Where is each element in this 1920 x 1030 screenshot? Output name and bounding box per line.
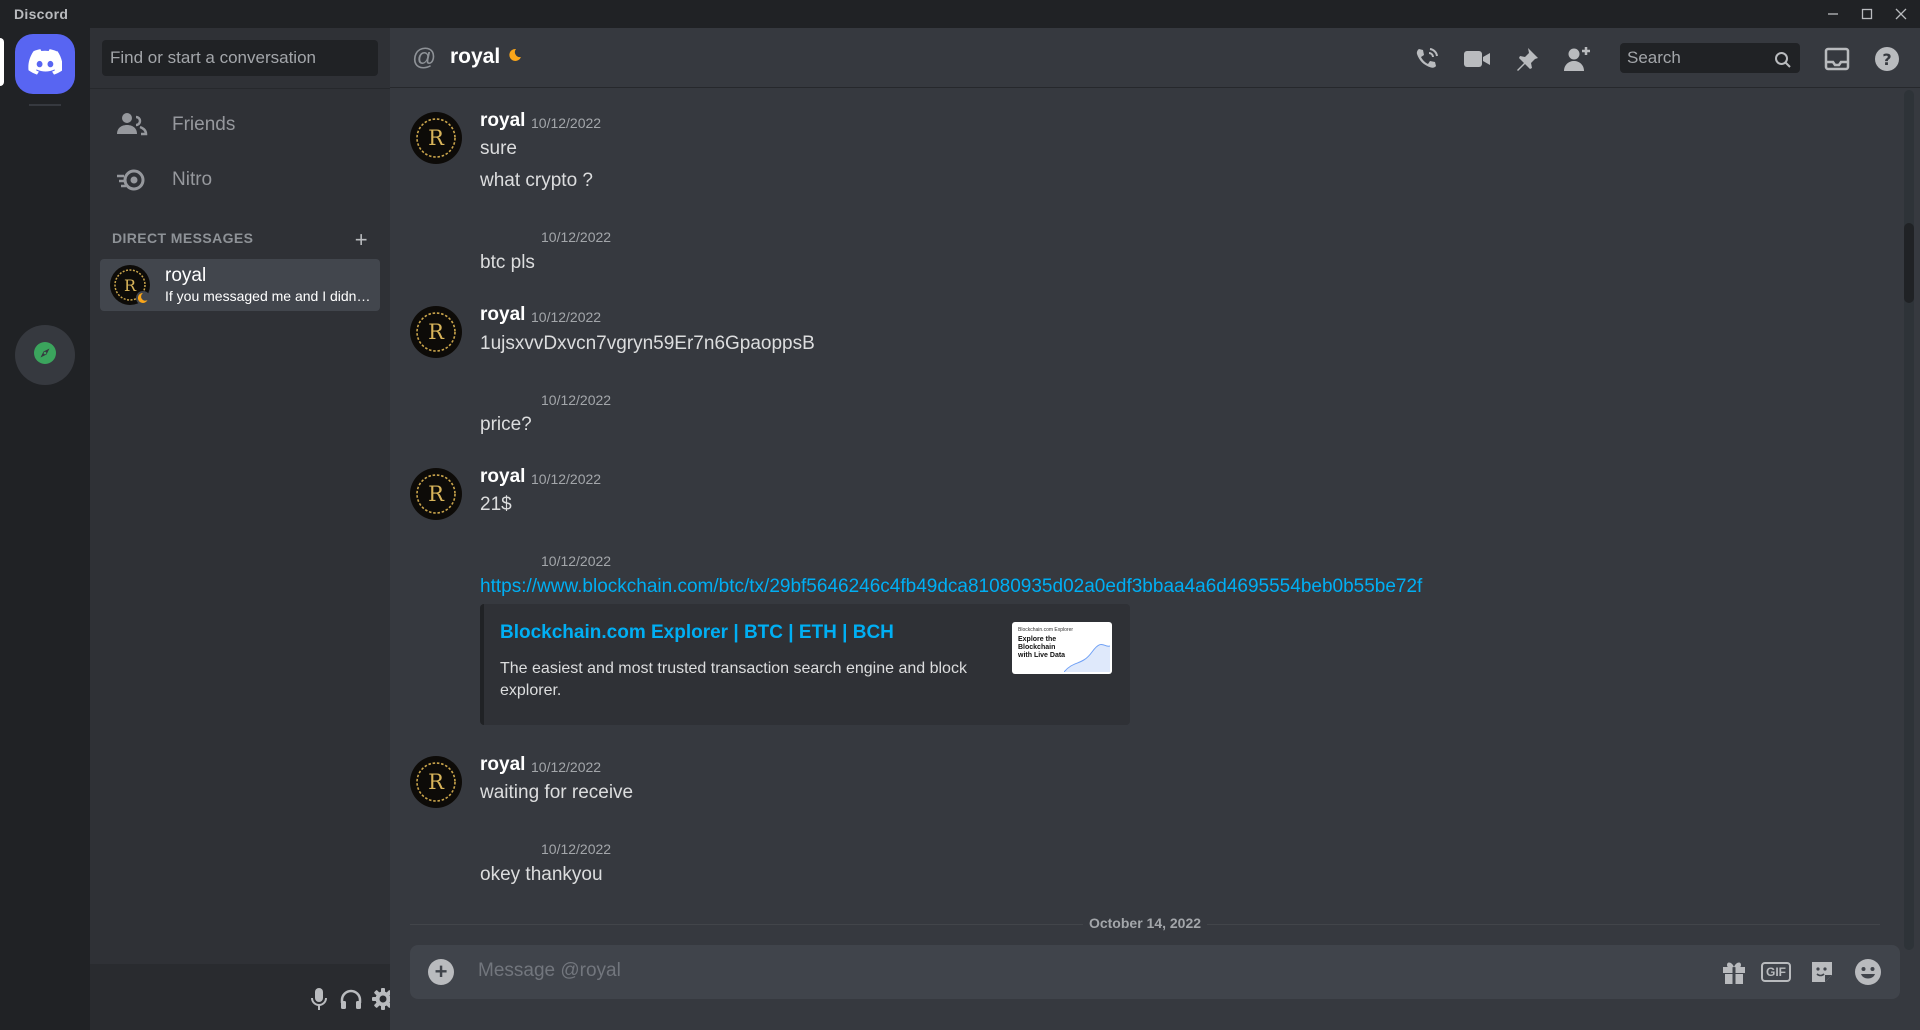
thumbnail-graphic <box>1064 643 1110 672</box>
friends-icon <box>114 110 150 140</box>
link-embed: Blockchain.com Explorer | BTC | ETH | BC… <box>480 604 1130 725</box>
message-text: what crypto ? <box>480 170 593 191</box>
emoji-icon[interactable] <box>1852 957 1884 987</box>
message-timestamp: 10/12/2022 <box>531 471 602 487</box>
svg-text:R: R <box>428 126 445 150</box>
title-bar: Discord <box>0 0 1920 28</box>
explore-servers-button[interactable] <box>15 325 75 385</box>
create-dm-button[interactable]: + <box>355 227 368 253</box>
message-text: 21$ <box>480 494 512 515</box>
server-rail <box>0 28 90 1030</box>
message-text: price? <box>480 414 532 435</box>
gif-label: GIF <box>1761 962 1791 982</box>
date-divider: October 14, 2022 <box>390 915 1900 933</box>
search-icon <box>1774 49 1792 79</box>
message-timestamp: 10/12/2022 <box>541 392 612 408</box>
inbox-icon[interactable] <box>1822 44 1852 74</box>
svg-text:?: ? <box>1882 50 1891 69</box>
add-attachment-icon[interactable]: + <box>428 959 454 985</box>
dm-header-label: DIRECT MESSAGES <box>112 230 254 246</box>
chat-area: @ royal Search ? R royal 10/12/2022 sure… <box>390 28 1920 1030</box>
chat-scrollbar[interactable] <box>1904 90 1914 950</box>
find-conversation-input[interactable]: Find or start a conversation <box>102 40 378 76</box>
search-input[interactable]: Search <box>1620 43 1800 73</box>
search-placeholder: Search <box>1627 48 1681 67</box>
dm-section-header: DIRECT MESSAGES + <box>112 227 368 253</box>
video-icon[interactable] <box>1462 44 1492 74</box>
svg-text:R: R <box>428 320 445 344</box>
message-text: waiting for receive <box>480 782 634 803</box>
channel-name: royal <box>450 45 501 68</box>
help-icon[interactable]: ? <box>1872 44 1902 74</box>
message-text: 1ujsxvvDxvcn7vgryn59Er7n6GpaoppsB <box>480 333 815 354</box>
message-text: sure <box>480 138 517 159</box>
embed-description: The easiest and most trusted transaction… <box>500 660 967 699</box>
home-indicator <box>0 38 4 86</box>
sticker-icon[interactable] <box>1806 957 1838 987</box>
minimize-button[interactable] <box>1816 0 1850 28</box>
message-composer[interactable]: + Message @royal GIF <box>410 945 1900 999</box>
avatar[interactable]: R <box>410 468 462 520</box>
idle-status-icon <box>508 48 522 62</box>
message-timestamp: 10/12/2022 <box>541 841 612 857</box>
svg-text:R: R <box>428 482 445 506</box>
home-button[interactable] <box>15 34 75 94</box>
at-icon: @ <box>412 44 437 71</box>
message-timestamp: 10/12/2022 <box>531 115 602 131</box>
avatar[interactable]: R <box>410 306 462 358</box>
nitro-icon <box>114 165 150 195</box>
discord-logo-icon <box>28 48 63 80</box>
thumbnail-headline: Explore the Blockchain with Live Data <box>1018 636 1066 659</box>
embed-thumbnail[interactable]: Blockchain.com Explorer Explore the Bloc… <box>1012 622 1112 674</box>
gift-icon[interactable] <box>1718 957 1750 987</box>
gif-icon[interactable]: GIF <box>1758 957 1794 987</box>
dm-sidebar: Find or start a conversation Friends Nit… <box>90 28 394 1030</box>
date-divider-label: October 14, 2022 <box>1082 915 1208 931</box>
sidebar-item-label: Nitro <box>172 169 213 190</box>
message-link[interactable]: https://www.blockchain.com/btc/tx/29bf56… <box>480 576 1422 598</box>
embed-title[interactable]: Blockchain.com Explorer | BTC | ETH | BC… <box>500 622 894 644</box>
avatar: R <box>110 265 150 305</box>
microphone-icon[interactable] <box>304 984 334 1014</box>
chat-header: @ royal Search ? <box>390 28 1920 88</box>
message-author[interactable]: royal <box>480 110 525 132</box>
headphones-icon[interactable] <box>336 984 366 1014</box>
message-timestamp: 10/12/2022 <box>541 229 612 245</box>
app-title: Discord <box>14 6 69 22</box>
maximize-button[interactable] <box>1850 0 1884 28</box>
message-text: okey thankyou <box>480 864 603 885</box>
sidebar-item-friends[interactable]: Friends <box>100 102 380 148</box>
user-panel <box>90 964 394 1030</box>
server-separator <box>29 104 61 106</box>
chat-scrollbar-thumb[interactable] <box>1904 223 1914 303</box>
sidebar-item-label: Friends <box>172 114 236 135</box>
message-text: btc pls <box>480 252 535 273</box>
message-author[interactable]: royal <box>480 466 525 488</box>
dm-status-text: If you messaged me and I didn't reply, p… <box>165 288 373 304</box>
thumbnail-caption: Blockchain.com Explorer <box>1018 627 1074 633</box>
sidebar-item-nitro[interactable]: Nitro <box>100 157 380 203</box>
message-input[interactable]: Message @royal <box>478 960 621 982</box>
svg-text:R: R <box>428 770 445 794</box>
dm-username: royal <box>165 265 207 286</box>
pin-icon[interactable] <box>1512 44 1542 74</box>
message-author[interactable]: royal <box>480 754 525 776</box>
close-button[interactable] <box>1884 0 1918 28</box>
compass-icon <box>32 340 58 371</box>
avatar[interactable]: R <box>410 112 462 164</box>
call-icon[interactable] <box>1412 44 1442 74</box>
message-timestamp: 10/12/2022 <box>531 309 602 325</box>
add-friend-icon[interactable] <box>1562 44 1592 74</box>
sidebar-divider <box>90 88 390 89</box>
message-author[interactable]: royal <box>480 304 525 326</box>
message-timestamp: 10/12/2022 <box>541 553 612 569</box>
avatar[interactable]: R <box>410 756 462 808</box>
dm-item-royal[interactable]: R royal If you messaged me and I didn't … <box>100 259 380 311</box>
svg-text:R: R <box>124 276 137 295</box>
message-timestamp: 10/12/2022 <box>531 759 602 775</box>
